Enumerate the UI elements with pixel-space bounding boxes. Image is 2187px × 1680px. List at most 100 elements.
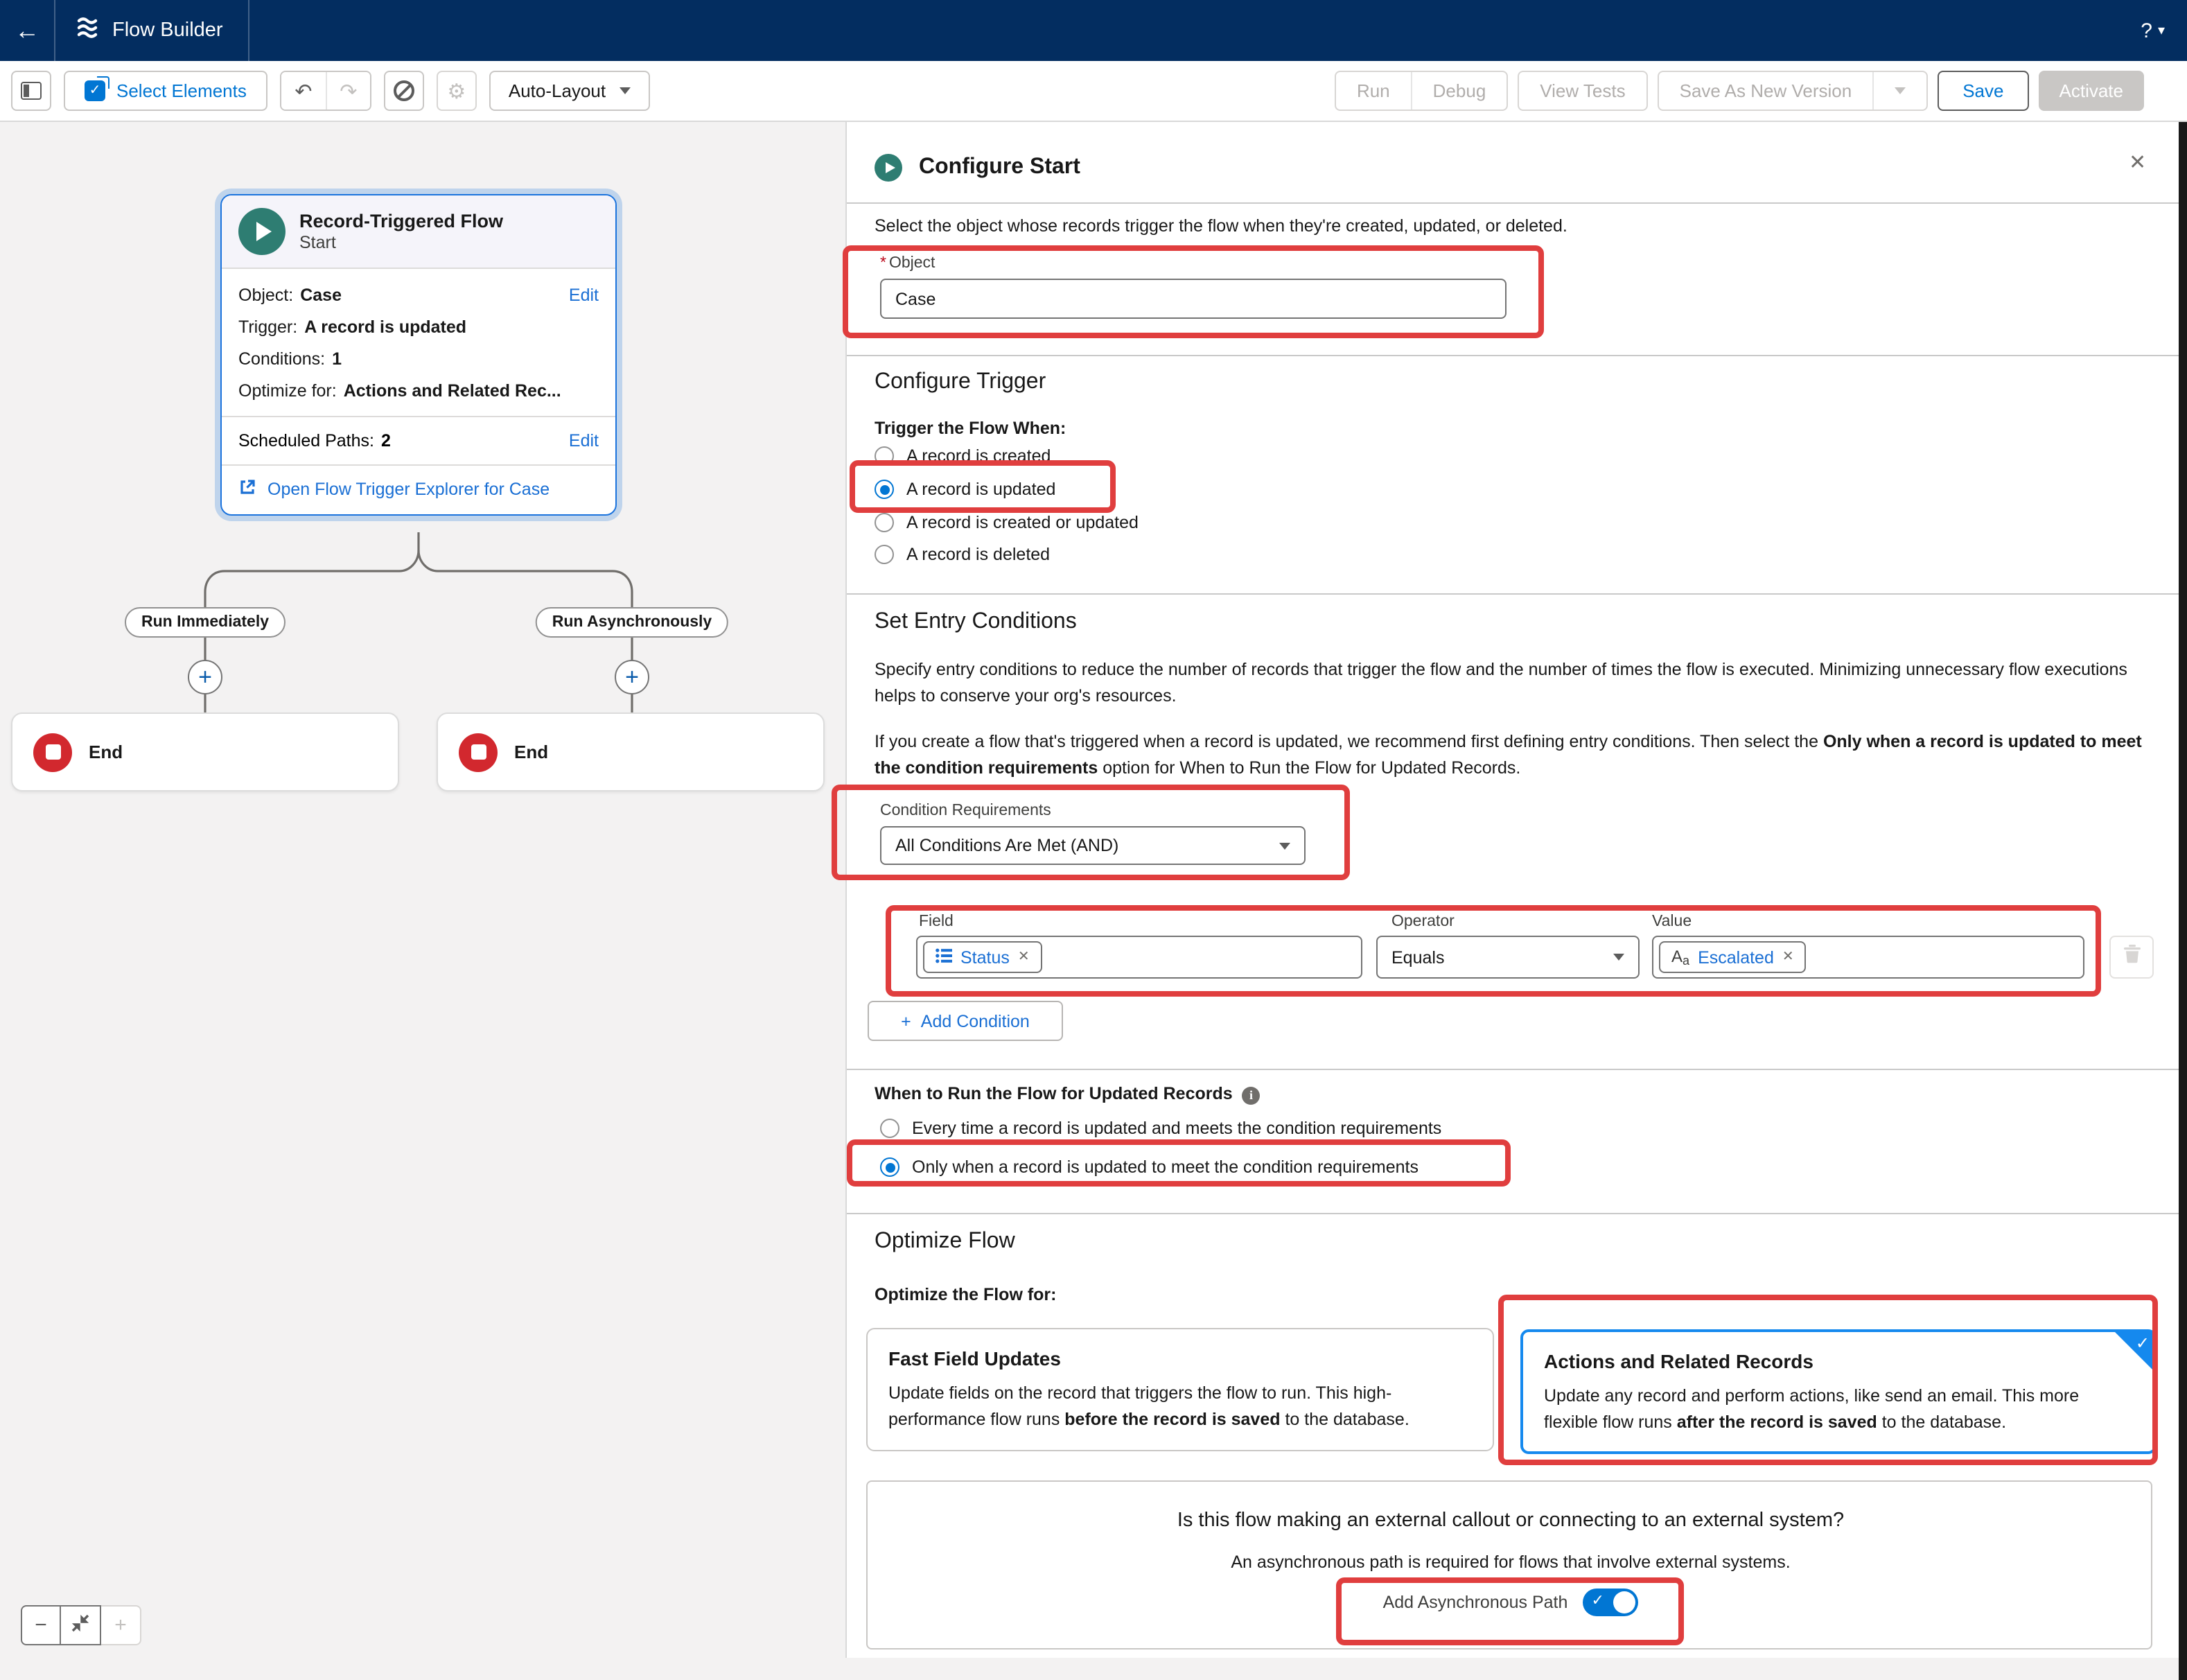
operator-column-label: Operator — [1391, 913, 1455, 930]
run-button[interactable]: Run — [1336, 72, 1411, 110]
entry-conditions-recommendation: If you create a flow that's triggered wh… — [875, 729, 2161, 782]
optimize-card-fast-field-updates[interactable]: Fast Field Updates Update fields on the … — [866, 1328, 1494, 1451]
error-indicator-button[interactable] — [384, 71, 424, 111]
add-element-button-right[interactable]: + — [615, 660, 649, 694]
radio-record-updated[interactable]: A record is updated — [875, 480, 1055, 499]
radio-record-created[interactable]: A record is created — [875, 446, 1051, 466]
radio-icon — [875, 513, 894, 532]
radio-record-created-or-updated[interactable]: A record is created or updated — [875, 513, 1139, 532]
select-elements-button[interactable]: ✓ Select Elements — [64, 71, 267, 111]
optimize-flow-heading: Optimize Flow — [875, 1230, 1015, 1254]
divider — [847, 355, 2180, 356]
add-condition-button[interactable]: + Add Condition — [868, 1001, 1063, 1041]
save-as-caret-button[interactable] — [1872, 72, 1926, 110]
end-icon — [459, 733, 498, 771]
edit-object-link[interactable]: Edit — [569, 280, 599, 312]
trash-icon — [2123, 944, 2141, 970]
toggle-knob — [1613, 1591, 1635, 1613]
panel-intro-text: Select the object whose records trigger … — [875, 213, 2157, 240]
save-button[interactable]: Save — [1938, 71, 2028, 111]
condition-requirements-select[interactable]: All Conditions Are Met (AND) — [880, 826, 1306, 865]
end-element-right[interactable]: End — [437, 712, 825, 791]
value-column-label: Value — [1652, 913, 1692, 930]
radio-icon — [875, 545, 894, 564]
optimize-card-actions-and-related-records[interactable]: ✓ Actions and Related Records Update any… — [1520, 1329, 2157, 1454]
minus-icon: − — [35, 1613, 47, 1637]
undo-icon: ↶ — [295, 78, 312, 103]
builder-toolbar: ✓ Select Elements ↶ ↷ ⚙ Auto-Layout Run … — [0, 61, 2187, 122]
divider — [847, 1069, 2180, 1070]
open-flow-trigger-explorer-link[interactable]: Open Flow Trigger Explorer for Case — [222, 466, 615, 514]
help-button[interactable]: ? — [2141, 19, 2152, 42]
chevron-down-icon — [1895, 87, 1906, 94]
start-card-title: Record-Triggered Flow — [299, 211, 503, 231]
close-icon[interactable]: ✕ — [2129, 150, 2146, 175]
plus-icon: + — [901, 1011, 911, 1031]
flow-icon — [75, 16, 100, 45]
add-element-button-left[interactable]: + — [188, 660, 222, 694]
app-header: ← Flow Builder ? ▾ — [0, 0, 2187, 61]
configure-trigger-heading: Configure Trigger — [875, 370, 1046, 395]
end-element-left[interactable]: End — [11, 712, 399, 791]
undo-redo-group: ↶ ↷ — [280, 71, 371, 111]
divider — [847, 202, 2180, 204]
add-asynchronous-path-toggle[interactable]: ✓ — [1583, 1589, 1638, 1616]
toggle-toolbox-button[interactable] — [11, 71, 51, 111]
branch-label-run-immediately[interactable]: Run Immediately — [125, 607, 286, 638]
async-path-row: Add Asynchronous Path ✓ — [868, 1589, 2154, 1616]
back-button[interactable]: ← — [0, 0, 55, 61]
field-column-label: Field — [919, 913, 954, 930]
field-input[interactable]: Status ✕ — [916, 936, 1362, 979]
settings-button[interactable]: ⚙ — [437, 71, 477, 111]
radio-only-when-updated-to-meet[interactable]: Only when a record is updated to meet th… — [880, 1157, 1419, 1177]
ban-icon — [394, 80, 414, 101]
layout-mode-select[interactable]: Auto-Layout — [489, 71, 650, 111]
multi-select-checkbox-icon: ✓ — [85, 80, 105, 101]
redo-button[interactable]: ↷ — [326, 72, 370, 110]
help-caret-icon[interactable]: ▾ — [2158, 23, 2165, 38]
save-as-new-version-button[interactable]: Save As New Version — [1659, 72, 1873, 110]
check-icon: ✓ — [1591, 1591, 1604, 1609]
activate-button[interactable]: Activate — [2039, 71, 2145, 111]
remove-field-icon[interactable]: ✕ — [1018, 950, 1030, 965]
start-object-row: Object: Case Edit — [238, 280, 599, 312]
text-type-icon: Aa — [1671, 947, 1689, 968]
flow-canvas[interactable]: Record-Triggered Flow Start Object: Case… — [0, 122, 845, 1680]
start-card-subtitle: Start — [299, 233, 503, 252]
app-tab: Flow Builder — [55, 0, 249, 61]
panel-title: Configure Start — [919, 155, 1080, 180]
external-link-icon — [238, 478, 256, 500]
start-trigger-row: Trigger: A record is updated — [238, 312, 599, 344]
back-arrow-icon: ← — [15, 16, 39, 45]
start-play-icon — [875, 154, 902, 182]
object-input[interactable]: Case — [880, 279, 1507, 319]
radio-record-deleted[interactable]: A record is deleted — [875, 545, 1050, 564]
operator-select[interactable]: Equals — [1376, 936, 1640, 979]
branch-label-run-asynchronously[interactable]: Run Asynchronously — [536, 607, 728, 638]
callout-note: An asynchronous path is required for flo… — [868, 1552, 2154, 1572]
info-icon[interactable]: i — [1242, 1087, 1261, 1105]
external-callout-box: Is this flow making an external callout … — [866, 1480, 2152, 1650]
start-element-card[interactable]: Record-Triggered Flow Start Object: Case… — [220, 194, 617, 516]
zoom-in-button[interactable]: + — [101, 1605, 141, 1645]
view-tests-button[interactable]: View Tests — [1519, 72, 1646, 110]
save-as-group: Save As New Version — [1658, 71, 1929, 111]
debug-button[interactable]: Debug — [1411, 72, 1507, 110]
value-input[interactable]: Aa Escalated ✕ — [1652, 936, 2084, 979]
undo-button[interactable]: ↶ — [281, 72, 326, 110]
redo-icon: ↷ — [340, 78, 357, 103]
radio-every-time-updated[interactable]: Every time a record is updated and meets… — [880, 1119, 1441, 1138]
chevron-down-icon — [1279, 842, 1290, 849]
delete-condition-button[interactable] — [2109, 936, 2154, 979]
start-card-header: Record-Triggered Flow Start — [222, 195, 615, 269]
flow-builder-app: ← Flow Builder ? ▾ ✓ Select Elements — [0, 0, 2187, 1680]
radio-icon — [875, 446, 894, 466]
fit-to-view-button[interactable] — [61, 1605, 101, 1645]
zoom-out-button[interactable]: − — [21, 1605, 61, 1645]
plus-icon: + — [114, 1613, 127, 1637]
remove-value-icon[interactable]: ✕ — [1782, 950, 1794, 965]
edit-scheduled-paths-link[interactable]: Edit — [569, 428, 599, 453]
set-entry-conditions-heading: Set Entry Conditions — [875, 610, 1077, 635]
condition-requirements-label: Condition Requirements — [880, 803, 1051, 819]
entry-conditions-description: Specify entry conditions to reduce the n… — [875, 657, 2161, 710]
